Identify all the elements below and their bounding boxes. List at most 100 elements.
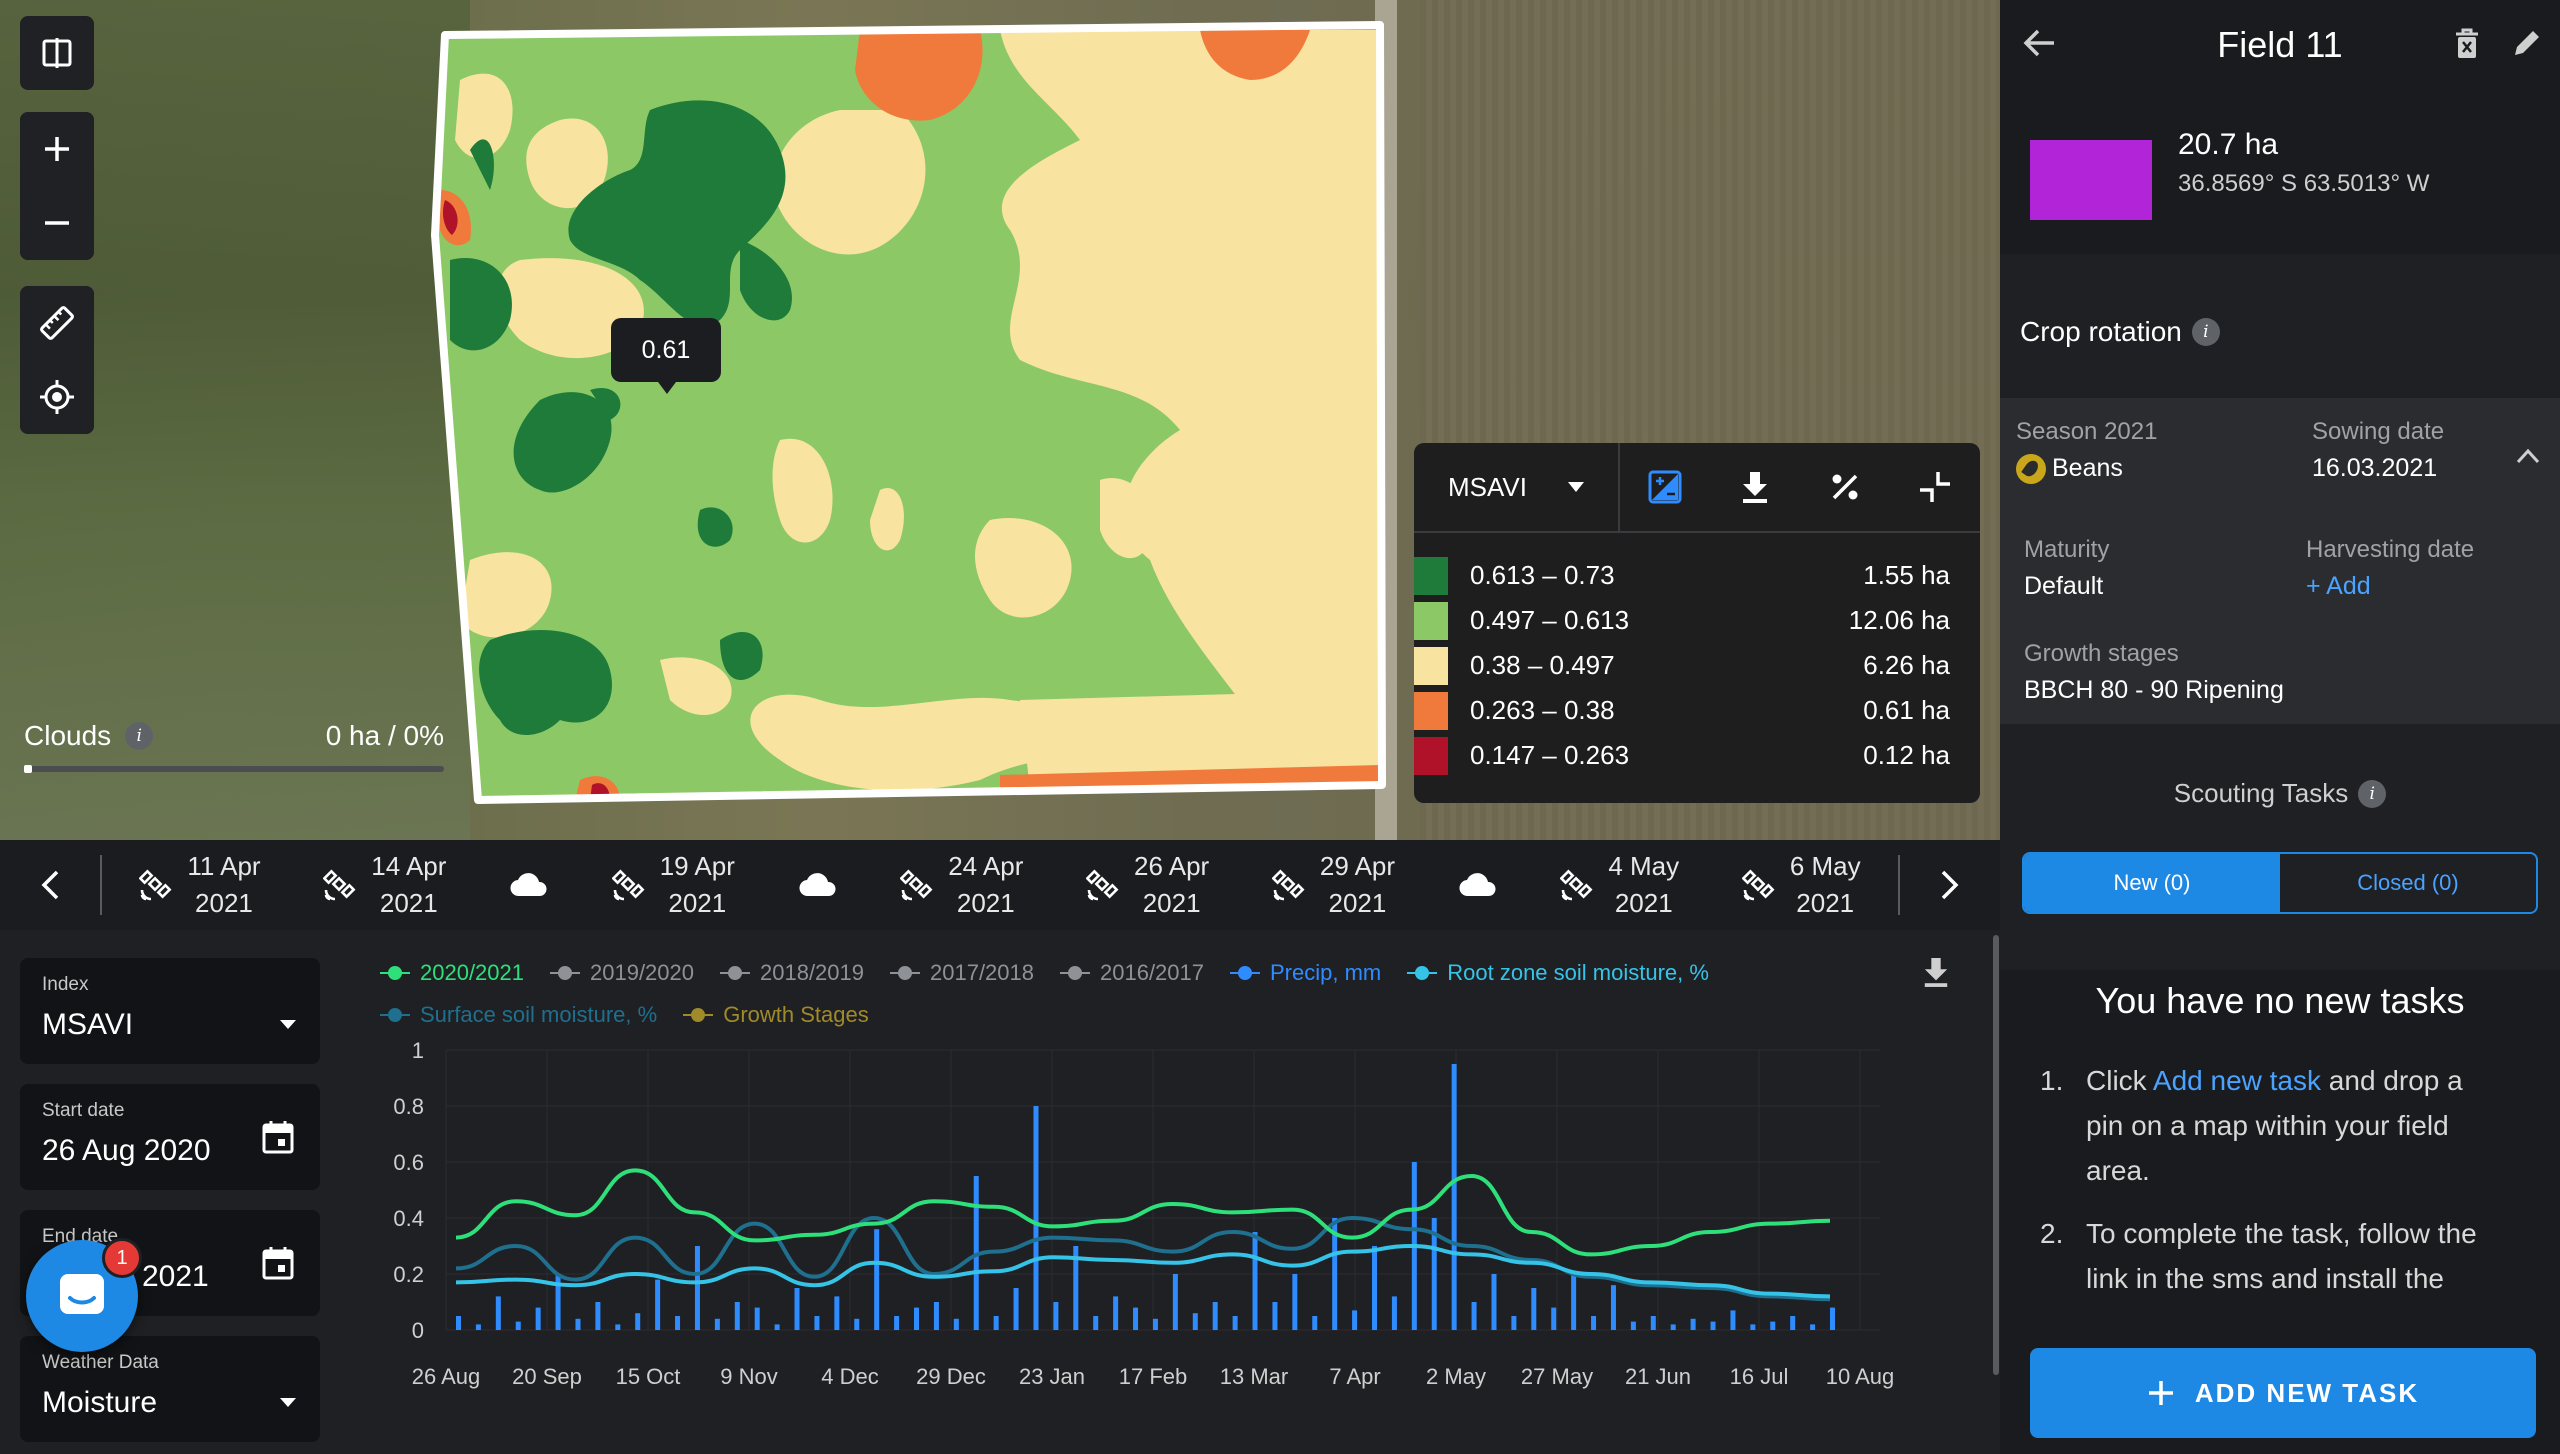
chart-legend-item[interactable]: 2017/2018 bbox=[890, 952, 1034, 994]
chart-download-button[interactable] bbox=[1922, 956, 1950, 993]
collapse-legend-button[interactable] bbox=[1890, 443, 1980, 531]
date-item[interactable]: 19 Apr 2021 bbox=[611, 848, 735, 922]
legend-index-select[interactable]: MSAVI bbox=[1414, 443, 1620, 531]
tab-closed[interactable]: Closed (0) bbox=[2280, 854, 2536, 912]
legend-row: 0.147 – 0.263 0.12 ha bbox=[1414, 733, 1950, 778]
add-new-task-button[interactable]: ADD NEW TASK bbox=[2030, 1348, 2536, 1438]
download-map-button[interactable] bbox=[1710, 443, 1800, 531]
precip-bar bbox=[1013, 1288, 1019, 1330]
legend-range: 0.497 – 0.613 bbox=[1470, 605, 1630, 635]
chart-legend-item[interactable]: 2016/2017 bbox=[1060, 952, 1204, 994]
tab-new[interactable]: New (0) bbox=[2024, 854, 2280, 912]
precip-bar bbox=[834, 1296, 840, 1330]
edit-field-button[interactable] bbox=[2512, 28, 2542, 63]
date-item[interactable]: 6 May 2021 bbox=[1741, 848, 1861, 922]
growth-block: Growth stages BBCH 80 - 90 Ripening bbox=[2024, 640, 2284, 705]
satellite-icon bbox=[1560, 869, 1593, 901]
legend-label: 2018/2019 bbox=[760, 960, 864, 985]
chart-legend-item[interactable]: 2018/2019 bbox=[720, 952, 864, 994]
chart-legend-item[interactable]: Root zone soil moisture, % bbox=[1407, 952, 1709, 994]
precip-bar bbox=[535, 1307, 541, 1330]
cloudy-date-item[interactable] bbox=[798, 872, 838, 898]
date-item[interactable]: 11 Apr 2021 bbox=[139, 848, 261, 922]
chart-legend-item[interactable]: 2019/2020 bbox=[550, 952, 694, 994]
crop-rotation-heading: Crop rotation i bbox=[2020, 316, 2220, 348]
y-tick-label: 0.6 bbox=[393, 1150, 424, 1175]
info-icon[interactable]: i bbox=[2191, 318, 2220, 346]
zoom-out-button[interactable] bbox=[20, 186, 94, 260]
maturity-label: Maturity bbox=[2024, 536, 2110, 563]
percent-toggle-button[interactable] bbox=[1800, 443, 1890, 531]
cloudy-date-item[interactable] bbox=[509, 872, 549, 898]
legend-row: 0.263 – 0.38 0.61 ha bbox=[1414, 688, 1950, 733]
ruler-button[interactable] bbox=[20, 286, 94, 360]
info-icon[interactable]: i bbox=[125, 722, 154, 750]
info-icon[interactable]: i bbox=[2358, 779, 2387, 808]
chart-legend-item[interactable]: Precip, mm bbox=[1230, 952, 1381, 994]
precip-bar bbox=[874, 1229, 880, 1330]
add-new-task-link[interactable]: Add new task bbox=[2153, 1065, 2321, 1096]
compare-button[interactable] bbox=[20, 16, 94, 90]
legend-area: 1.55 ha bbox=[1863, 560, 1950, 590]
satellite-map[interactable]: 0.61 Clouds i 0 ha / 0% MSAVI 0.613 – 0.… bbox=[0, 0, 2000, 840]
precip-bar bbox=[1292, 1274, 1298, 1330]
chart-legend-item[interactable]: 2020/2021 bbox=[380, 952, 524, 994]
legend-label: Root zone soil moisture, % bbox=[1447, 960, 1709, 985]
panel-scrollbar[interactable] bbox=[1993, 935, 1999, 1375]
caret-down-icon bbox=[280, 1398, 296, 1407]
weather-data-select[interactable]: Weather Data Moisture bbox=[20, 1336, 320, 1442]
precip-bar bbox=[1690, 1318, 1696, 1330]
bean-icon bbox=[2016, 454, 2046, 485]
harvest-block: Harvesting date + Add bbox=[2306, 536, 2474, 601]
chart-plot[interactable]: 0 0.2 0.4 0.6 0.8 1 26 Aug 20 Sep 15 Oct 9 Nov 4 D… bbox=[350, 1020, 1950, 1440]
growth-label: Growth stages bbox=[2024, 640, 2179, 667]
date-day: 26 Apr bbox=[1134, 851, 1210, 881]
precip-bar bbox=[1710, 1321, 1716, 1330]
toggle-overlay-button[interactable] bbox=[1620, 443, 1710, 531]
cloudy-date-item[interactable] bbox=[1458, 872, 1498, 898]
y-tick-label: 0.8 bbox=[393, 1094, 424, 1119]
collapse-season-button[interactable] bbox=[2516, 448, 2540, 469]
calendar-icon[interactable] bbox=[262, 1120, 294, 1154]
date-item[interactable]: 26 Apr 2021 bbox=[1086, 848, 1209, 922]
satellite-icon bbox=[1086, 869, 1119, 901]
season-card[interactable]: Season 2021 Beans Sowing date 16.03.2021… bbox=[2000, 398, 2560, 724]
precip-bar bbox=[1451, 1064, 1457, 1330]
clouds-value: 0 ha / 0% bbox=[325, 720, 444, 751]
date-label: 11 Apr 2021 bbox=[187, 848, 260, 922]
x-tick-label: 26 Aug bbox=[412, 1364, 481, 1389]
image-date-strip: 11 Apr 2021 14 Apr 2021 19 Apr 2021 24 Apr 2021… bbox=[0, 840, 2000, 930]
satellite-icon bbox=[1271, 869, 1305, 901]
index-legend: MSAVI 0.613 – 0.73 1.55 ha 0.497 – 0.613 12… bbox=[1414, 443, 1980, 803]
date-year: 2021 bbox=[379, 888, 438, 918]
date-item[interactable]: 24 Apr 2021 bbox=[900, 848, 1023, 922]
zoom-in-button[interactable] bbox=[20, 112, 94, 186]
chevron-right-icon bbox=[1941, 870, 1959, 900]
date-day: 14 Apr bbox=[371, 851, 447, 881]
legend-swatch bbox=[1414, 646, 1448, 685]
dates-next-button[interactable] bbox=[1900, 840, 2000, 930]
date-item[interactable]: 14 Apr 2021 bbox=[323, 848, 446, 922]
legend-area: 0.12 ha bbox=[1863, 740, 1950, 770]
x-tick-label: 20 Sep bbox=[512, 1364, 582, 1389]
date-item[interactable]: 29 Apr 2021 bbox=[1271, 848, 1395, 922]
crosshair-icon bbox=[40, 380, 74, 414]
start-date-field[interactable]: Start date 26 Aug 2020 bbox=[20, 1084, 320, 1190]
precip-bar bbox=[754, 1307, 760, 1330]
add-harvest-date-link[interactable]: + Add bbox=[2306, 572, 2474, 601]
instruction-step: 2. To complete the task, follow the link … bbox=[2040, 1211, 2504, 1301]
calendar-icon[interactable] bbox=[262, 1246, 294, 1280]
zoom-controls bbox=[20, 112, 94, 260]
plus-icon bbox=[2148, 1381, 2173, 1405]
locate-button[interactable] bbox=[20, 360, 94, 434]
precip-bar bbox=[1511, 1316, 1517, 1330]
date-item[interactable]: 4 May 2021 bbox=[1560, 848, 1679, 922]
chart-controls: Index MSAVI Start date 26 Aug 2020 End d… bbox=[20, 958, 320, 1454]
precip-bar bbox=[1172, 1274, 1178, 1330]
delete-field-button[interactable] bbox=[2454, 28, 2480, 65]
cloud-icon bbox=[1459, 873, 1496, 897]
chevron-left-icon bbox=[41, 870, 59, 900]
dates-prev-button[interactable] bbox=[0, 840, 100, 930]
index-select[interactable]: Index MSAVI bbox=[20, 958, 320, 1064]
compare-tool[interactable] bbox=[20, 16, 94, 90]
